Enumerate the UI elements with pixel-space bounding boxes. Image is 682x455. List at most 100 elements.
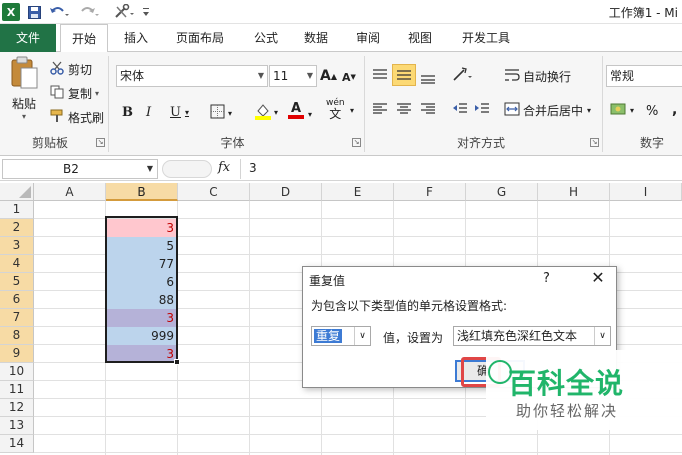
tab-insert[interactable]: 插入 (114, 24, 158, 52)
underline-button[interactable]: U ▾ (170, 102, 189, 122)
row-header-8[interactable]: 8 (0, 327, 34, 345)
format-select[interactable]: 浅红填充色深红色文本 ∨ (453, 326, 611, 346)
row-header-13[interactable]: 13 (0, 417, 34, 435)
fill-color-button[interactable]: ▾ (254, 102, 278, 122)
grow-font-button[interactable]: A ▲ (320, 66, 337, 86)
row-header-10[interactable]: 10 (0, 363, 34, 381)
font-size-select[interactable]: 11 ▼ (269, 65, 317, 87)
row-header-9[interactable]: 9 (0, 345, 34, 363)
number-format-select[interactable]: 常规 (606, 65, 682, 87)
align-left-button[interactable] (372, 102, 388, 119)
tab-formulas[interactable]: 公式 (244, 24, 288, 52)
row-header-7[interactable]: 7 (0, 309, 34, 327)
wrap-text-button[interactable]: 自动换行 (504, 68, 571, 85)
insert-function-icon[interactable]: fx (218, 160, 230, 175)
row-header-3[interactable]: 3 (0, 237, 34, 255)
alignment-launcher-icon[interactable]: ↘ (590, 138, 599, 147)
column-header-e[interactable]: E (322, 183, 394, 201)
cell-b7[interactable]: 3 (106, 309, 177, 327)
cell-b8[interactable]: 999 (106, 327, 177, 345)
phonetic-icon: 文 (329, 107, 342, 121)
increase-indent-button[interactable] (474, 102, 490, 119)
shrink-font-button[interactable]: A ▼ (342, 68, 356, 86)
rule-type-value: 重复 (314, 329, 343, 343)
accounting-format-button[interactable]: ▾ (610, 102, 634, 119)
row-header-11[interactable]: 11 (0, 381, 34, 399)
decrease-indent-button[interactable] (452, 102, 468, 119)
align-center-button[interactable] (396, 102, 412, 119)
tab-view[interactable]: 视图 (398, 24, 442, 52)
column-header-f[interactable]: F (394, 183, 466, 201)
help-button[interactable]: ? (543, 271, 550, 286)
wrap-text-icon (504, 68, 520, 85)
align-middle-button[interactable] (392, 64, 416, 86)
percent-button[interactable]: % (646, 104, 658, 119)
cut-button[interactable]: 剪切 (50, 60, 92, 78)
align-top-button[interactable] (372, 68, 388, 85)
row-header-5[interactable]: 5 (0, 273, 34, 291)
customize-icon[interactable] (140, 3, 152, 21)
cell-b4[interactable]: 77 (106, 255, 177, 273)
paste-button[interactable]: 粘贴 ▾ (6, 56, 42, 130)
rule-type-select[interactable]: 重复 ∨ (311, 326, 371, 346)
tab-data[interactable]: 数据 (294, 24, 338, 52)
redo-icon[interactable] (78, 3, 100, 21)
format-painter-button[interactable]: 格式刷 (50, 108, 104, 126)
column-header-c[interactable]: C (178, 183, 250, 201)
undo-icon[interactable] (48, 3, 70, 21)
align-right-button[interactable] (420, 102, 436, 119)
phonetic-button[interactable]: wén 文 (326, 98, 345, 122)
cell-b6[interactable]: 88 (106, 291, 177, 309)
formula-bar-resize-handle[interactable] (162, 160, 212, 178)
column-header-i[interactable]: I (610, 183, 682, 201)
fill-handle[interactable] (174, 359, 180, 365)
row-header-14[interactable]: 14 (0, 435, 34, 453)
font-launcher-icon[interactable]: ↘ (352, 138, 361, 147)
column-header-d[interactable]: D (250, 183, 322, 201)
tools-icon[interactable] (112, 3, 136, 21)
row-header-2[interactable]: 2 (0, 219, 34, 237)
column-header-b[interactable]: B (106, 183, 178, 201)
column-header-h[interactable]: H (538, 183, 610, 201)
tab-page-layout[interactable]: 页面布局 (166, 24, 234, 52)
tab-review[interactable]: 审阅 (346, 24, 390, 52)
cell-b5[interactable]: 6 (106, 273, 177, 291)
font-color-button[interactable]: A (288, 102, 304, 122)
column-header-g[interactable]: G (466, 183, 538, 201)
font-name-select[interactable]: 宋体 ▼ (116, 65, 268, 87)
font-group-label: 字体 (220, 136, 245, 150)
copy-button[interactable]: 复制 ▾ (50, 84, 99, 102)
row-header-4[interactable]: 4 (0, 255, 34, 273)
italic-button[interactable]: I (146, 102, 151, 122)
tab-home[interactable]: 开始 (60, 24, 108, 53)
row-header-6[interactable]: 6 (0, 291, 34, 309)
close-icon[interactable]: ✕ (586, 268, 610, 287)
watermark-slogan: 助你轻松解决 (516, 402, 619, 420)
tab-developer[interactable]: 开发工具 (452, 24, 520, 52)
save-icon[interactable] (26, 3, 42, 21)
select-all-corner[interactable] (0, 183, 34, 201)
column-header-a[interactable]: A (34, 183, 106, 201)
row-header-12[interactable]: 12 (0, 399, 34, 417)
font-color-icon: A (290, 101, 302, 116)
tab-file[interactable]: 文件 (0, 24, 56, 52)
align-right-icon (420, 102, 436, 119)
cell-b2[interactable]: 3 (106, 219, 177, 237)
name-box[interactable]: B2 ▼ (2, 159, 158, 179)
cell-b3[interactable]: 5 (106, 237, 177, 255)
bold-button[interactable]: B (122, 102, 133, 122)
formula-input[interactable]: 3 (240, 159, 680, 179)
orientation-button[interactable] (452, 66, 474, 87)
row-header-1[interactable]: 1 (0, 201, 34, 219)
phonetic-dropdown[interactable]: ▾ (350, 106, 354, 115)
clipboard-launcher-icon[interactable]: ↘ (96, 138, 105, 147)
copy-label: 复制 (68, 86, 93, 101)
comma-button[interactable]: , (672, 102, 677, 118)
scissors-icon (50, 61, 64, 78)
borders-button[interactable]: ▾ (210, 104, 232, 122)
merge-center-button[interactable]: 合并后居中 ▾ (504, 102, 591, 119)
cell-b9[interactable]: 3 (106, 345, 177, 363)
currency-icon (610, 102, 628, 119)
font-color-dropdown[interactable]: ▾ (308, 110, 312, 119)
align-bottom-button[interactable] (420, 70, 436, 87)
